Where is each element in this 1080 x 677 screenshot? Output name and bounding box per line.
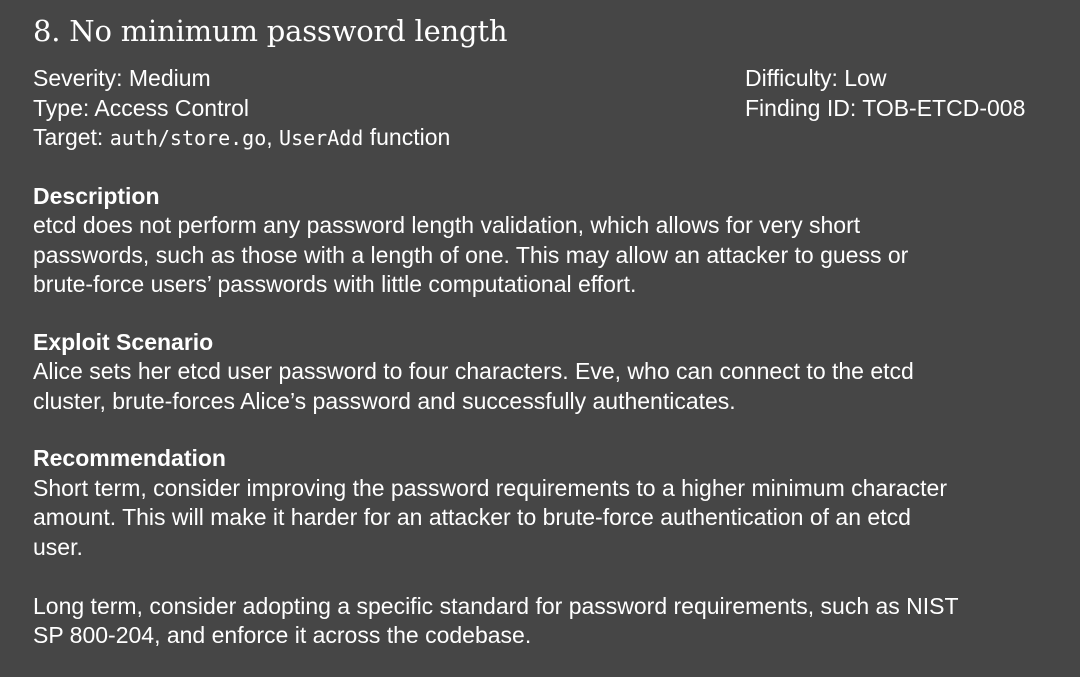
exploit-line: cluster, brute-forces Alice’s password a… [33, 387, 736, 414]
difficulty-label: Difficulty: Low [745, 65, 887, 91]
finding-page: 8. No minimum password length Severity: … [0, 0, 1080, 677]
exploit-text: Alice sets her etcd user password to fou… [33, 357, 1050, 416]
finding-id-label: Finding ID: TOB-ETCD-008 [745, 94, 1026, 121]
recommendation-line: Long term, consider adopting a specific … [33, 592, 959, 619]
target-suffix: function [363, 124, 451, 150]
description-text: etcd does not perform any password lengt… [33, 211, 1050, 300]
exploit-heading: Exploit Scenario [33, 328, 214, 355]
description-line: brute-force users’ passwords with little… [33, 271, 637, 297]
finding-title: 8. No minimum password length [33, 14, 508, 48]
description-line: etcd does not perform any password lengt… [33, 212, 861, 238]
recommendation-line: Short term, consider improving the passw… [33, 474, 947, 501]
severity-label: Severity: Medium [33, 65, 211, 91]
target-function: UserAdd [279, 126, 364, 150]
target-separator: , [266, 124, 280, 150]
recommendation-long-term: Long term, consider adopting a specific … [33, 592, 1050, 651]
type-label: Type: Access Control [33, 94, 250, 121]
description-section: Description etcd does not perform any pa… [33, 182, 1050, 300]
recommendation-short-term: Short term, consider improving the passw… [33, 474, 1050, 563]
target-line: Target: auth/store.go, UserAdd function [33, 123, 733, 154]
recommendation-section: Recommendation Short term, consider impr… [33, 444, 1050, 651]
recommendation-line: SP 800-204, and enforce it across the co… [33, 622, 532, 648]
description-line: passwords, such as those with a length o… [33, 241, 909, 268]
finding-meta: Severity: Medium Type: Access Control Ta… [33, 64, 1050, 154]
recommendation-line: user. [33, 533, 83, 560]
target-prefix: Target: [33, 124, 110, 150]
recommendation-heading: Recommendation [33, 445, 226, 471]
exploit-section: Exploit Scenario Alice sets her etcd use… [33, 328, 1050, 417]
meta-right-column: Difficulty: Low Finding ID: TOB-ETCD-008 [745, 64, 1040, 154]
description-heading: Description [33, 182, 160, 209]
exploit-line: Alice sets her etcd user password to fou… [33, 358, 914, 384]
target-file: auth/store.go [109, 126, 267, 150]
recommendation-line: amount. This will make it harder for an … [33, 504, 911, 530]
meta-left-column: Severity: Medium Type: Access Control Ta… [33, 64, 733, 154]
